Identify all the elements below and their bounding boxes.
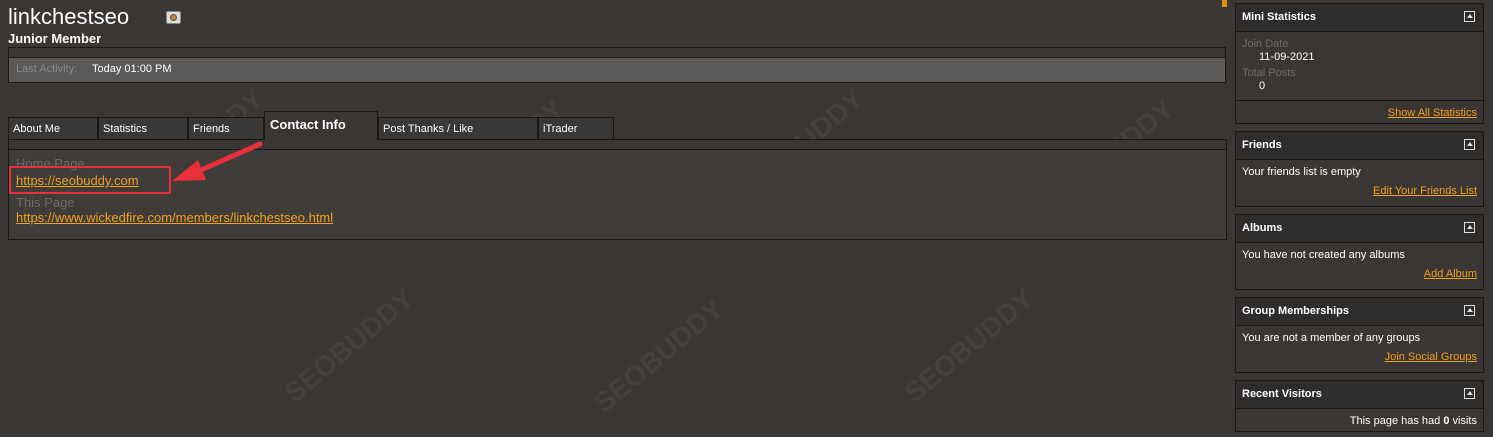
group-memberships-title: Group Memberships bbox=[1242, 305, 1349, 317]
watermark: SEOBUDDY bbox=[898, 282, 1040, 409]
recent-visitors-body: This page has had 0 visits bbox=[1349, 415, 1477, 427]
tab-post-thanks[interactable]: Post Thanks / Like bbox=[378, 117, 538, 139]
friends-title: Friends bbox=[1242, 139, 1282, 151]
profile-usertitle: Junior Member bbox=[8, 31, 102, 46]
collapse-icon[interactable] bbox=[1464, 11, 1475, 22]
edit-friends-list-link[interactable]: Edit Your Friends List bbox=[1373, 185, 1477, 197]
join-date-label: Join Date bbox=[1242, 38, 1289, 50]
last-activity-label: Last Activity: bbox=[16, 63, 78, 75]
albums-title: Albums bbox=[1242, 222, 1283, 234]
watermark: SEOBUDDY bbox=[588, 292, 730, 419]
scroll-marker bbox=[1222, 0, 1227, 7]
collapse-icon[interactable] bbox=[1464, 305, 1475, 316]
join-social-groups-link[interactable]: Join Social Groups bbox=[1385, 351, 1477, 363]
group-memberships-body: You are not a member of any groups bbox=[1242, 332, 1421, 344]
mini-statistics-title: Mini Statistics bbox=[1242, 11, 1316, 23]
watermark: SEOBUDDY bbox=[278, 282, 420, 409]
tab-itrader[interactable]: iTrader bbox=[538, 117, 614, 139]
albums-body: You have not created any albums bbox=[1242, 249, 1405, 261]
visit-count: 0 bbox=[1443, 415, 1450, 427]
group-memberships-block: Group Memberships You are not a member o… bbox=[1235, 297, 1484, 373]
total-posts-value: 0 bbox=[1259, 80, 1266, 92]
collapse-icon[interactable] bbox=[1464, 388, 1475, 399]
annotation-highlight-box bbox=[9, 166, 171, 194]
online-status-icon bbox=[166, 11, 181, 24]
collapse-icon[interactable] bbox=[1464, 222, 1475, 233]
total-posts-label: Total Posts bbox=[1242, 67, 1296, 79]
add-album-link[interactable]: Add Album bbox=[1424, 268, 1477, 280]
recent-visitors-title: Recent Visitors bbox=[1242, 388, 1322, 400]
profile-username: linkchestseo bbox=[8, 4, 130, 29]
tab-about-me[interactable]: About Me bbox=[8, 117, 98, 139]
friends-body: Your friends list is empty bbox=[1242, 166, 1361, 178]
annotation-arrow-icon bbox=[172, 141, 263, 181]
join-date-value: 11-09-2021 bbox=[1259, 51, 1315, 63]
this-page-label: This Page bbox=[16, 195, 75, 210]
collapse-icon[interactable] bbox=[1464, 139, 1475, 150]
albums-block: Albums You have not created any albums A… bbox=[1235, 214, 1484, 290]
recent-visitors-block: Recent Visitors This page has had 0 visi… bbox=[1235, 380, 1484, 432]
this-page-link[interactable]: https://www.wickedfire.com/members/linkc… bbox=[16, 210, 333, 225]
tab-contact-info[interactable]: Contact Info bbox=[264, 111, 378, 140]
last-activity-bar: Last Activity: Today 01:00 PM bbox=[8, 47, 1226, 83]
show-all-statistics-link[interactable]: Show All Statistics bbox=[1388, 107, 1477, 119]
last-activity-value: Today 01:00 PM bbox=[92, 63, 172, 75]
mini-statistics-block: Mini Statistics Join Date 11-09-2021 Tot… bbox=[1235, 3, 1484, 124]
friends-block: Friends Your friends list is empty Edit … bbox=[1235, 131, 1484, 207]
